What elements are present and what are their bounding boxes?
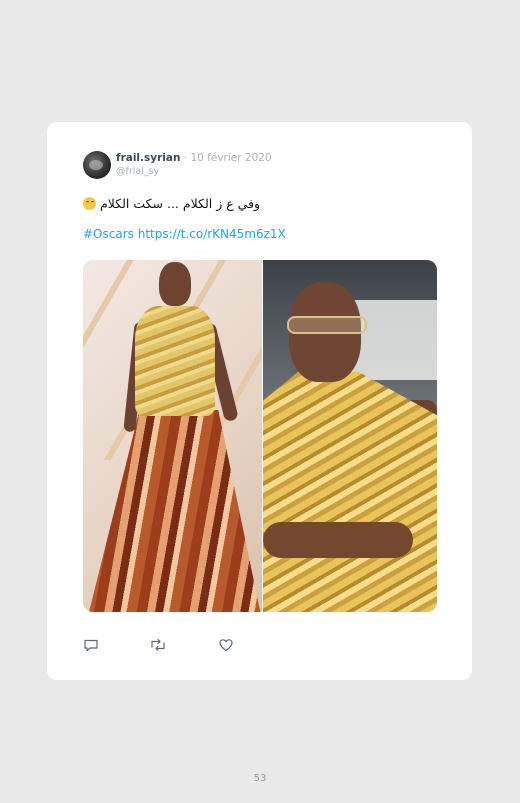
photo-gold-feather-top [263, 372, 437, 612]
hashtag-link[interactable]: #Oscars [83, 227, 134, 241]
tweet-card: frail.syrian · 10 février 2020 @frial_sy… [47, 122, 472, 680]
tweet-date[interactable]: 10 février 2020 [190, 152, 271, 164]
photo-gold-feather-top [135, 306, 215, 416]
reply-icon[interactable] [83, 637, 99, 653]
tweet-photo[interactable] [83, 260, 437, 612]
user-handle[interactable]: @frial_sy [116, 166, 159, 177]
avatar[interactable] [83, 151, 111, 179]
like-icon[interactable] [218, 637, 234, 653]
photo-head [159, 262, 191, 306]
tweet-header: frail.syrian · 10 février 2020 [116, 152, 272, 165]
tweet-links: #Oscars https://t.co/rKN45m6z1X [83, 227, 286, 241]
display-name[interactable]: frail.syrian [116, 152, 180, 164]
retweet-icon[interactable] [149, 637, 165, 653]
tweet-text: وفي ع ز الكلام ... سكت الكلام [83, 196, 260, 211]
smiling-face-emoji-icon [83, 197, 96, 210]
tweet-text-arabic: وفي ع ز الكلام ... سكت الكلام [99, 196, 261, 211]
header-separator: · [183, 152, 188, 164]
photo-hands [263, 522, 413, 558]
photo-glasses [287, 316, 367, 334]
short-url-link[interactable]: https://t.co/rKN45m6z1X [138, 227, 286, 241]
page-number: 53 [253, 773, 267, 784]
photo-left-full-length[interactable] [83, 260, 262, 612]
photo-right-closeup[interactable] [263, 260, 437, 612]
